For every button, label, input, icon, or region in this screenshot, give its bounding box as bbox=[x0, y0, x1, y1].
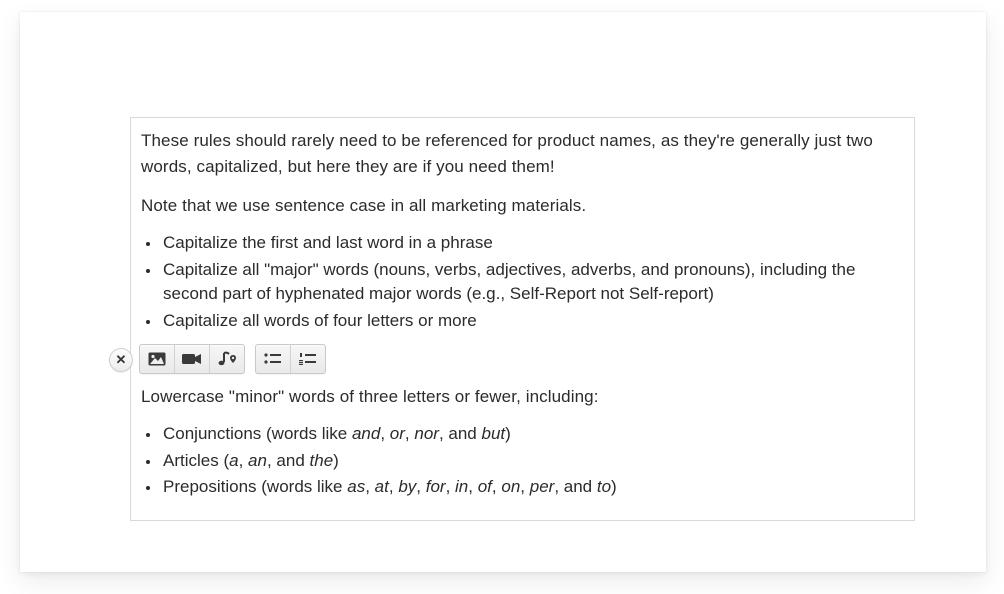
block-insert-toolbar-row: ✕ bbox=[139, 344, 906, 374]
music-location-icon bbox=[217, 351, 237, 367]
image-icon bbox=[148, 352, 166, 366]
list-button-group bbox=[255, 344, 326, 374]
video-icon bbox=[182, 353, 202, 365]
editor-content-frame[interactable]: These rules should rarely need to be ref… bbox=[130, 117, 915, 521]
insert-video-button[interactable] bbox=[175, 345, 210, 373]
ordered-list-button[interactable] bbox=[291, 345, 325, 373]
list-item: Capitalize the first and last word in a … bbox=[161, 231, 906, 256]
list-item: Articles (a, an, and the) bbox=[161, 449, 906, 474]
rules-list: Capitalize the first and last word in a … bbox=[139, 231, 906, 334]
unordered-list-icon bbox=[264, 353, 282, 365]
lowercase-list: Conjunctions (words like and, or, nor, a… bbox=[139, 422, 906, 500]
list-item: Conjunctions (words like and, or, nor, a… bbox=[161, 422, 906, 447]
ordered-list-icon bbox=[299, 353, 317, 365]
close-icon: ✕ bbox=[116, 352, 127, 368]
list-item: Capitalize all "major" words (nouns, ver… bbox=[161, 258, 906, 307]
paragraph-note: Note that we use sentence case in all ma… bbox=[141, 193, 904, 219]
media-button-group bbox=[139, 344, 245, 374]
unordered-list-button[interactable] bbox=[256, 345, 291, 373]
insert-image-button[interactable] bbox=[140, 345, 175, 373]
close-toolbar-button[interactable]: ✕ bbox=[109, 348, 133, 372]
paragraph-intro: These rules should rarely need to be ref… bbox=[141, 128, 904, 181]
stage: These rules should rarely need to be ref… bbox=[0, 0, 1004, 594]
outer-card: These rules should rarely need to be ref… bbox=[20, 12, 986, 572]
insert-audio-button[interactable] bbox=[210, 345, 244, 373]
paragraph-lowercase-heading: Lowercase "minor" words of three letters… bbox=[141, 384, 904, 410]
list-item: Capitalize all words of four letters or … bbox=[161, 309, 906, 334]
list-item: Prepositions (words like as, at, by, for… bbox=[161, 475, 906, 500]
